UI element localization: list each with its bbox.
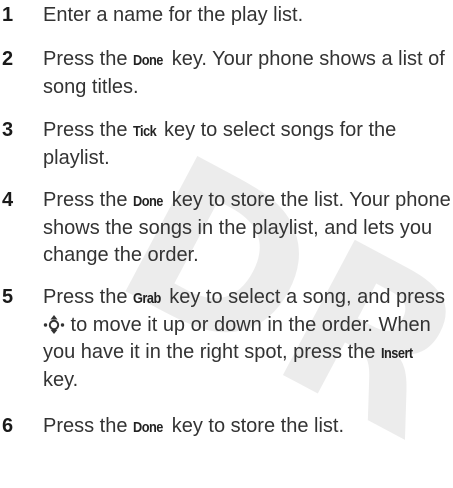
step-text-content: Enter a name for the play list. [43,4,304,26]
step-text-middle: key to select a song, and press [163,286,445,308]
done-key-label: Done [133,52,163,69]
done-key-label: Done [133,419,163,436]
step-text: Press the Grab key to select a song, and… [43,284,451,394]
done-key-label: Done [133,193,163,210]
step-number: 3 [2,119,14,141]
grab-key-label: Grab [133,290,161,307]
step-text: Press the Done key to store the list. [43,413,451,441]
step-text-before: Press the [43,119,134,141]
navigation-key-icon [43,314,65,334]
step-number: 2 [2,48,14,70]
step-number: 6 [2,415,14,437]
step-text-middle: to move it up or down in the order. When… [43,314,431,363]
step-text-after: key. [43,369,79,391]
step-number: 5 [2,286,14,308]
insert-key-label: Insert [380,345,413,362]
step-text: Press the Done key. Your phone shows a l… [43,46,451,101]
step-text-before: Press the [43,48,134,70]
step-number: 4 [2,189,14,211]
step-text: Press the Done key to store the list. Yo… [43,187,451,269]
step-text: Press the Tick key to select songs for t… [43,117,451,172]
step-text: Enter a name for the play list. [43,2,451,29]
step-number: 1 [2,4,14,26]
step-text-after: key to store the list. [166,415,345,437]
step-text-before: Press the [43,415,134,437]
tick-key-label: Tick [133,123,157,140]
step-text-before: Press the [43,189,134,211]
step-text-before: Press the [43,286,134,308]
